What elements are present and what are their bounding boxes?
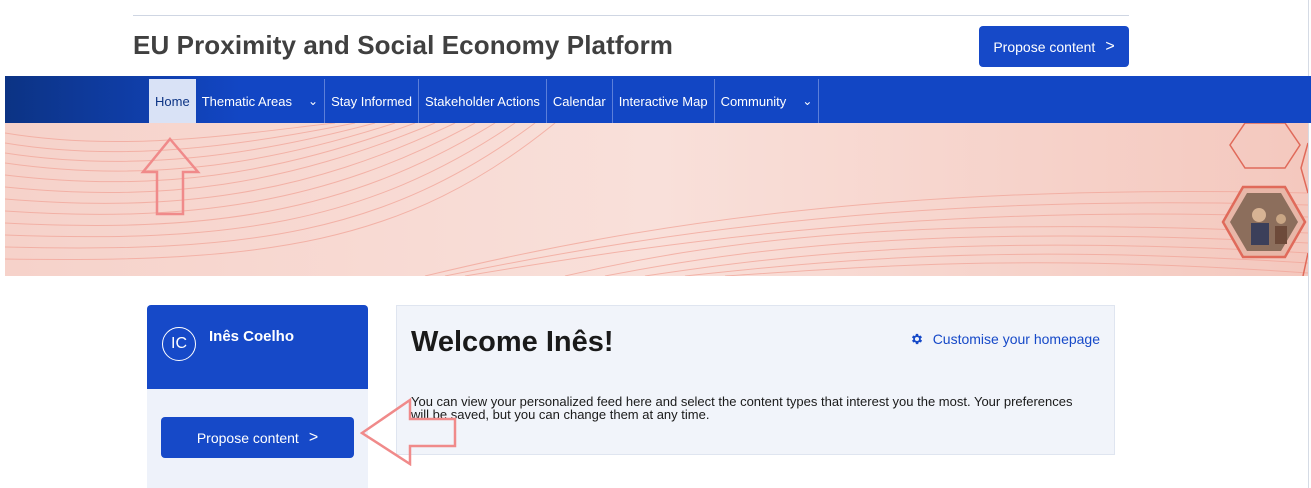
header-top-divider (133, 15, 1129, 16)
sidebar-propose-content-button[interactable]: Propose content > (161, 417, 354, 458)
chevron-down-icon: ⌄ (308, 94, 319, 108)
nav-item-label: Community (720, 93, 787, 109)
nav-item-thematic-areas[interactable]: Thematic Areas ⌄ (196, 79, 326, 123)
user-profile-header: IC Inês Coelho (147, 305, 368, 389)
nav-item-label: Home (155, 93, 190, 109)
nav-item-label: Stay Informed (331, 93, 413, 109)
site-title[interactable]: EU Proximity and Social Economy Platform (133, 30, 673, 61)
nav-item-label: Calendar (552, 93, 606, 109)
banner-wave-pattern (5, 123, 1308, 276)
chevron-right-icon: > (308, 428, 319, 446)
hero-banner (5, 123, 1308, 276)
nav-item-home[interactable]: Home (149, 79, 196, 123)
nav-item-stakeholder-actions[interactable]: Stakeholder Actions (419, 79, 547, 123)
header-propose-content-button[interactable]: Propose content > (979, 26, 1129, 67)
welcome-title: Welcome Inês! (411, 326, 614, 358)
customise-homepage-link[interactable]: Customise your homepage (910, 331, 1100, 347)
user-name: Inês Coelho (209, 328, 295, 345)
main-navigation: Home Thematic Areas ⌄ Stay Informed Stak… (149, 79, 820, 123)
nav-item-stay-informed[interactable]: Stay Informed (325, 79, 420, 123)
nav-item-label: Interactive Map (618, 93, 708, 109)
welcome-panel: Welcome Inês! Customise your homepage Yo… (396, 305, 1115, 455)
avatar[interactable]: IC (162, 327, 196, 361)
nav-item-label: Stakeholder Actions (425, 93, 540, 109)
user-sidebar-card: IC Inês Coelho Propose content > (147, 305, 368, 488)
nav-item-label: Thematic Areas (201, 93, 293, 109)
chevron-down-icon: ⌄ (802, 94, 813, 108)
chevron-right-icon: > (1105, 37, 1115, 55)
propose-button-label: Propose content (196, 429, 299, 446)
nav-item-community[interactable]: Community ⌄ (715, 79, 820, 123)
gear-icon (911, 333, 922, 345)
welcome-description: You can view your personalized feed here… (411, 394, 1073, 422)
propose-button-label: Propose content (993, 38, 1096, 55)
nav-item-interactive-map[interactable]: Interactive Map (613, 79, 715, 123)
right-border-line (1308, 0, 1309, 488)
customise-label: Customise your homepage (932, 331, 1100, 347)
nav-item-calendar[interactable]: Calendar (547, 79, 613, 123)
